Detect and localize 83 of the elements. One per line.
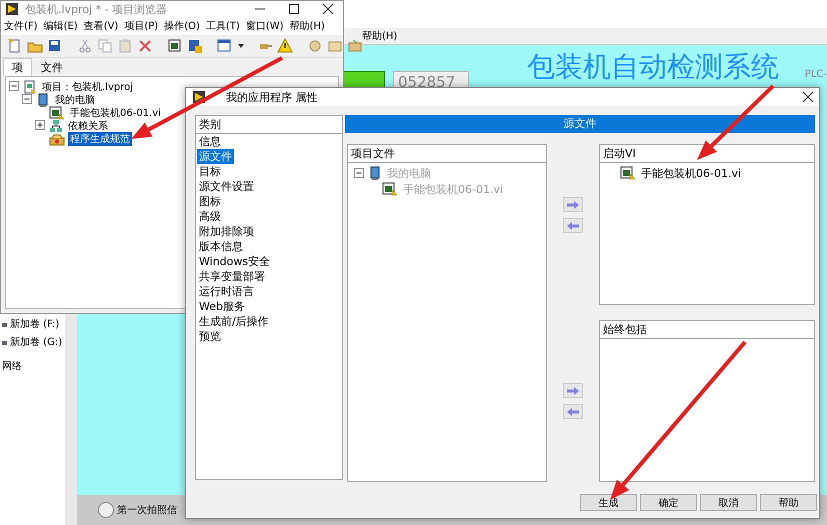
menu-item[interactable]: 文件(F) [4,19,38,33]
close-icon[interactable] [803,92,813,102]
dialog-title: 我的应用程序 属性 [226,90,318,104]
explorer-item[interactable]: 新加卷 (G:) [10,335,62,349]
menu-item[interactable]: 编辑(E) [44,19,78,33]
collapse-icon[interactable] [9,81,20,92]
vi-settings-icon[interactable] [167,38,183,54]
add-button[interactable] [563,197,583,212]
list-header: 类别 [196,116,342,134]
category-item[interactable]: 图标 [197,194,223,209]
dialog-button[interactable]: 取消 [700,494,757,511]
dialog-button[interactable]: 确定 [640,494,697,511]
category-item[interactable]: 运行时语言 [197,284,256,299]
dialog-button[interactable]: 生成 [580,494,637,511]
build-spec-icon [49,132,65,146]
menu-item[interactable]: 操作(O) [164,19,200,33]
scissors-icon[interactable] [77,38,93,54]
dependencies-icon [49,118,63,132]
close-icon[interactable] [323,4,333,14]
vi-file-icon [382,182,398,196]
tree-item[interactable]: 程序生成规范 [68,132,132,146]
category-item[interactable]: Windows安全 [197,254,272,269]
section-header: 源文件 [345,115,815,133]
category-item[interactable]: 预览 [197,329,223,344]
project-file-icon [23,80,37,94]
plc-label: PLC- [804,69,827,80]
add-button[interactable] [563,383,583,398]
list-header: 始终包括 [600,321,814,339]
category-item[interactable]: Web服务 [197,299,247,314]
tab[interactable]: 项 [3,58,32,76]
category-item[interactable]: 目标 [197,164,223,179]
tab[interactable]: 文件 [32,58,72,76]
maximize-icon[interactable] [289,4,299,14]
left-arrow-icon [567,408,579,416]
save-all-icon[interactable] [187,38,203,54]
category-item[interactable]: 版本信息 [197,239,245,254]
category-item[interactable]: 生成前/后操作 [197,314,271,329]
app-logo-icon [5,2,19,16]
radio-label: 第一次拍照信 [117,504,177,517]
radio-button[interactable] [98,502,114,518]
category-item[interactable]: 附加排除项 [197,224,256,239]
delete-icon[interactable] [137,38,153,54]
computer-icon [368,166,382,180]
right-arrow-icon [567,386,579,394]
dialog-button[interactable]: 帮助 [760,494,817,511]
category-item[interactable]: 源文件 [197,149,234,164]
window-title: 包装机.lvproj * - 项目浏览器 [25,2,168,16]
right-arrow-icon [567,200,579,208]
menu-item[interactable]: 查看(V) [84,19,118,33]
copy-icon[interactable] [97,38,113,54]
explorer-item[interactable]: 网络 [2,359,22,373]
computer-icon [36,92,50,106]
category-item[interactable]: 高级 [197,209,223,224]
panel-title: 包装机自动检测系统 [527,51,779,83]
menu-item[interactable]: 帮助(H) [362,29,398,43]
collapse-icon[interactable] [22,94,33,105]
clipboard-icon[interactable] [117,38,133,54]
list-header: 项目文件 [348,145,546,163]
tree-item[interactable]: 我的电脑 [53,92,97,106]
category-item[interactable]: 源文件设置 [197,179,256,194]
drive-icon [2,321,7,327]
vi-file-icon [49,106,65,120]
window-icon[interactable] [217,38,233,54]
remove-button[interactable] [563,218,583,233]
menu-item[interactable]: 窗口(W) [246,19,284,33]
expand-icon[interactable] [35,120,46,131]
warning-icon[interactable] [277,38,293,54]
vi-file-icon [620,166,636,180]
tree-item[interactable]: 项目：包装机.lvproj [40,80,136,94]
list-item[interactable]: 手能包装机06-01.vi [639,166,744,180]
tree-item[interactable]: 依赖关系 [66,118,110,132]
category-item[interactable]: 共享变量部署 [197,269,267,284]
left-arrow-icon [567,222,579,230]
explorer-item[interactable]: 新加卷 (F:) [10,317,60,331]
drive-icon [2,339,7,345]
list-header: 启动VI [600,145,814,163]
category-item[interactable]: 信息 [197,134,223,149]
tree-item[interactable]: 手能包装机06-01.vi [68,106,163,120]
menu-item[interactable]: 帮助(H) [290,19,325,33]
remove-button[interactable] [563,404,583,419]
menu-item[interactable]: 工具(T) [206,19,240,33]
save-icon[interactable] [47,38,63,54]
menu-item[interactable]: 项目(P) [124,19,158,33]
